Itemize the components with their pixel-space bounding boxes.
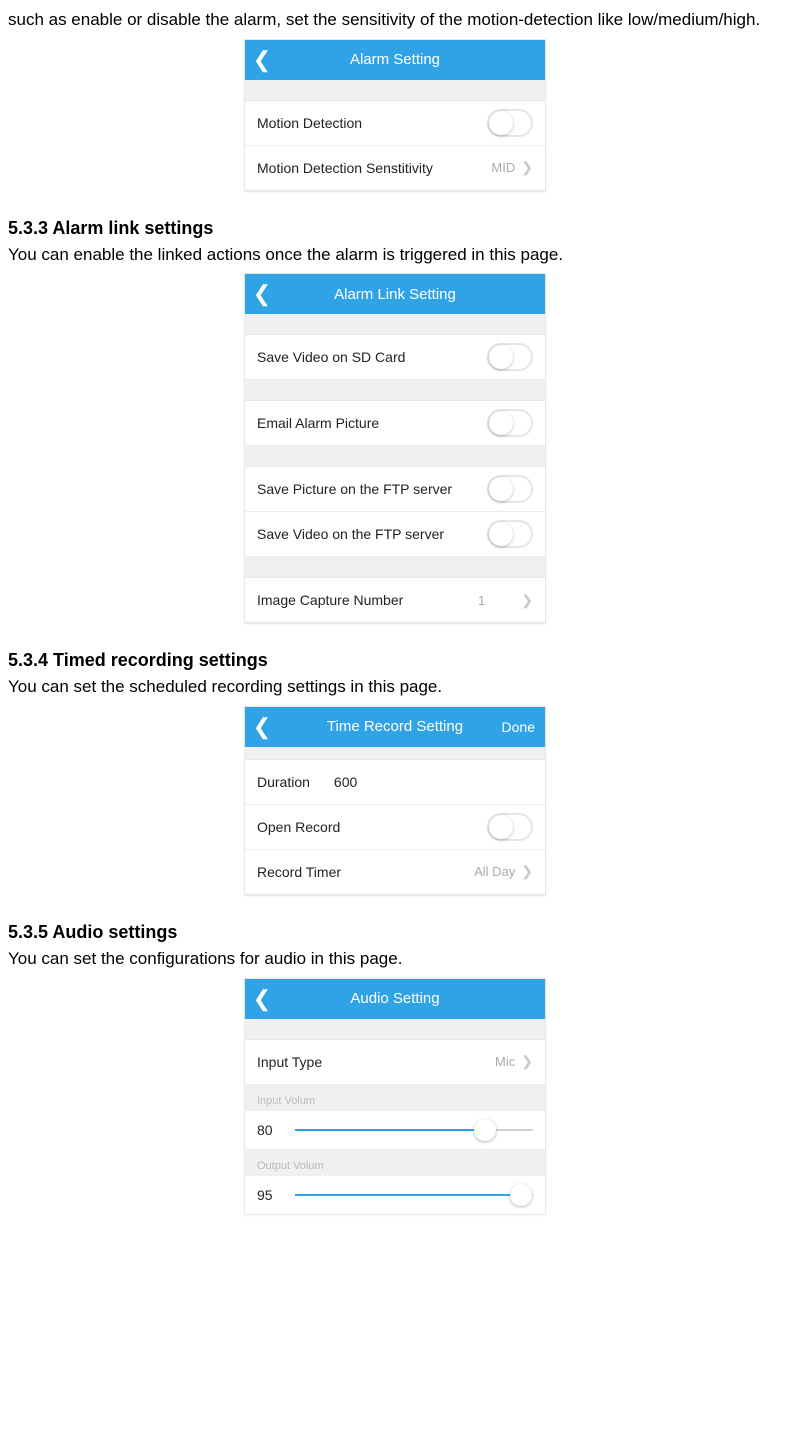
screen-header: ❮ Alarm Link Setting <box>245 274 545 314</box>
slider-input-volume[interactable]: 80 <box>245 1111 545 1150</box>
row-save-sd[interactable]: Save Video on SD Card <box>245 335 545 380</box>
body-5-3-3: You can enable the linked actions once t… <box>8 243 782 268</box>
row-label: Record Timer <box>257 864 474 880</box>
section-gap <box>245 557 545 578</box>
section-gap <box>245 380 545 401</box>
screen-title: Alarm Setting <box>245 51 545 68</box>
row-value: 1 <box>478 593 485 608</box>
slider-track[interactable] <box>295 1194 533 1196</box>
toggle-vid-ftp[interactable] <box>487 520 533 548</box>
row-label: Save Picture on the FTP server <box>257 481 487 497</box>
row-duration[interactable]: Duration 600 <box>245 760 545 805</box>
back-icon[interactable]: ❮ <box>245 988 279 1010</box>
heading-5-3-3: 5.3.3 Alarm link settings <box>8 218 782 239</box>
row-label: Motion Detection <box>257 115 487 131</box>
row-email-alarm[interactable]: Email Alarm Picture <box>245 401 545 446</box>
screen-title: Alarm Link Setting <box>245 286 545 303</box>
sub-label-output-volume: Output Volum <box>245 1150 545 1176</box>
toggle-motion-detection[interactable] <box>487 109 533 137</box>
slider-output-volume[interactable]: 95 <box>245 1176 545 1214</box>
done-button[interactable]: Done <box>502 719 535 735</box>
slider-track[interactable] <box>295 1129 533 1131</box>
screen-header: ❮ Audio Setting <box>245 979 545 1019</box>
row-value: 600 <box>334 774 533 790</box>
chevron-right-icon: ❯ <box>521 863 533 880</box>
chevron-right-icon: ❯ <box>521 592 533 609</box>
slider-value: 80 <box>257 1122 285 1138</box>
row-open-record[interactable]: Open Record <box>245 805 545 850</box>
row-record-timer[interactable]: Record Timer All Day ❯ <box>245 850 545 895</box>
section-gap <box>245 314 545 335</box>
toggle-pic-ftp[interactable] <box>487 475 533 503</box>
slider-thumb[interactable] <box>474 1119 496 1141</box>
screen-title: Time Record Setting <box>245 718 545 735</box>
chevron-right-icon: ❯ <box>521 159 533 176</box>
screenshot-audio-setting: ❮ Audio Setting Input Type Mic ❯ Input V… <box>244 978 546 1215</box>
toggle-email-alarm[interactable] <box>487 409 533 437</box>
slider-fill <box>295 1129 485 1131</box>
row-label: Input Type <box>257 1054 495 1070</box>
section-gap <box>245 747 545 760</box>
row-label: Open Record <box>257 819 487 835</box>
row-label: Email Alarm Picture <box>257 415 487 431</box>
intro-paragraph: such as enable or disable the alarm, set… <box>8 8 782 33</box>
back-icon[interactable]: ❮ <box>245 283 279 305</box>
back-icon[interactable]: ❮ <box>245 49 279 71</box>
sub-label-input-volume: Input Volum <box>245 1085 545 1111</box>
row-motion-detection[interactable]: Motion Detection <box>245 101 545 146</box>
row-value: All Day <box>474 864 515 879</box>
toggle-save-sd[interactable] <box>487 343 533 371</box>
row-label: Duration <box>257 774 310 790</box>
body-5-3-4: You can set the scheduled recording sett… <box>8 675 782 700</box>
screenshot-alarm-link-setting: ❮ Alarm Link Setting Save Video on SD Ca… <box>244 273 546 624</box>
row-label: Motion Detection Senstitivity <box>257 160 491 176</box>
heading-5-3-4: 5.3.4 Timed recording settings <box>8 650 782 671</box>
row-motion-sensitivity[interactable]: Motion Detection Senstitivity MID ❯ <box>245 146 545 191</box>
row-label: Save Video on SD Card <box>257 349 487 365</box>
row-vid-ftp[interactable]: Save Video on the FTP server <box>245 512 545 557</box>
heading-5-3-5: 5.3.5 Audio settings <box>8 922 782 943</box>
screen-header: ❮ Alarm Setting <box>245 40 545 80</box>
section-gap <box>245 1019 545 1040</box>
toggle-open-record[interactable] <box>487 813 533 841</box>
slider-thumb[interactable] <box>510 1184 532 1206</box>
row-label: Save Video on the FTP server <box>257 526 487 542</box>
back-icon[interactable]: ❮ <box>245 716 279 738</box>
row-pic-ftp[interactable]: Save Picture on the FTP server <box>245 467 545 512</box>
row-input-type[interactable]: Input Type Mic ❯ <box>245 1040 545 1085</box>
slider-fill <box>295 1194 521 1196</box>
screen-title: Audio Setting <box>245 990 545 1007</box>
row-image-capture[interactable]: Image Capture Number 1 ❯ <box>245 578 545 623</box>
row-value: MID <box>491 160 515 175</box>
chevron-right-icon: ❯ <box>521 1053 533 1070</box>
screenshot-time-record-setting: ❮ Time Record Setting Done Duration 600 … <box>244 706 546 896</box>
row-label: Image Capture Number <box>257 592 478 608</box>
row-value: Mic <box>495 1054 515 1069</box>
screen-header: ❮ Time Record Setting Done <box>245 707 545 747</box>
body-5-3-5: You can set the configurations for audio… <box>8 947 782 972</box>
section-gap <box>245 80 545 101</box>
screenshot-alarm-setting: ❮ Alarm Setting Motion Detection Motion … <box>244 39 546 192</box>
section-gap <box>245 446 545 467</box>
slider-value: 95 <box>257 1187 285 1203</box>
